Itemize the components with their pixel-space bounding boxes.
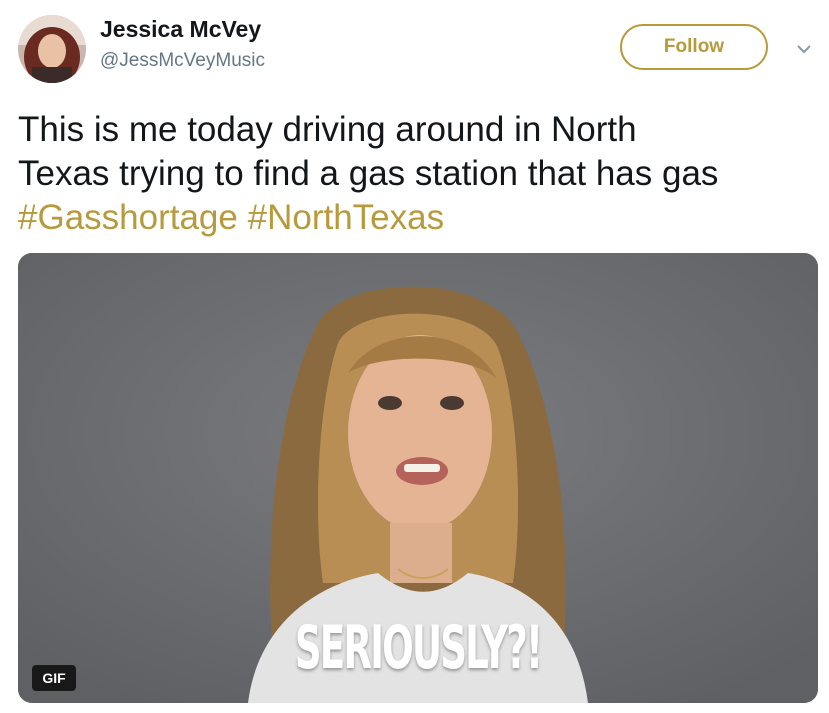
- chevron-down-icon[interactable]: [793, 38, 815, 60]
- avatar[interactable]: [18, 15, 86, 83]
- hashtag-link[interactable]: #NorthTexas: [248, 198, 444, 237]
- gif-media[interactable]: SERIOUSLY?! GIF: [18, 253, 818, 703]
- gif-caption: SERIOUSLY?!: [294, 613, 543, 683]
- tweet-text-line-1: This is me today driving around in North: [18, 110, 637, 149]
- tweet-text: This is me today driving around in North…: [18, 108, 818, 240]
- hashtag-link[interactable]: #Gasshortage: [18, 198, 238, 237]
- follow-button[interactable]: Follow: [620, 24, 768, 70]
- avatar-image: [18, 15, 86, 83]
- gif-badge: GIF: [32, 665, 76, 691]
- follow-button-label: Follow: [663, 36, 725, 57]
- tweet-text-line-2: Texas trying to find a gas station that …: [18, 154, 719, 193]
- hashtag-row: #Gasshortage #NorthTexas: [18, 196, 818, 240]
- user-handle[interactable]: @JessMcVeyMusic: [100, 50, 265, 72]
- display-name[interactable]: Jessica McVey: [100, 16, 261, 43]
